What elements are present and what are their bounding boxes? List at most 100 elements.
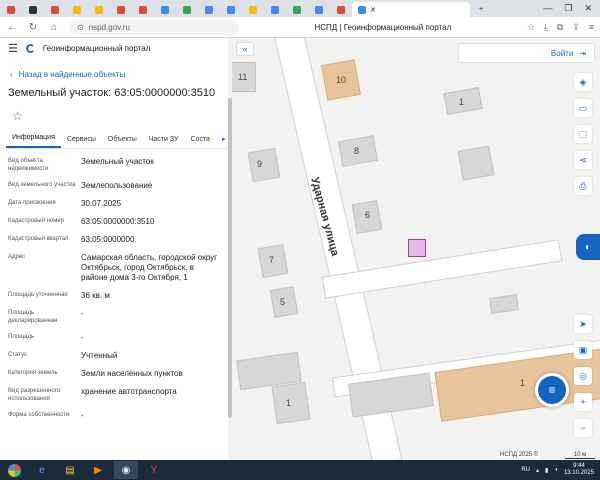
property-label: Категория земель <box>8 370 58 376</box>
tab-favicon-icon <box>358 5 366 14</box>
property-row: Кадастровый квартал 63:05:0000000 <box>8 235 232 245</box>
maximize-icon[interactable]: ❐ <box>564 3 572 14</box>
browser-tab[interactable] <box>176 2 198 17</box>
browser-tab[interactable] <box>22 2 44 17</box>
minimize-icon[interactable]: — <box>543 3 552 14</box>
portal-title: Геоинформационный портал <box>42 43 151 53</box>
property-label: Статус <box>8 352 27 358</box>
tab-favicon-icon <box>315 5 323 14</box>
address-field[interactable]: ⊙ nspd.gov.ru <box>69 19 239 35</box>
browser-tab[interactable] <box>264 2 286 17</box>
yandex-browser-icon[interactable]: Y <box>142 461 166 479</box>
tab-objects[interactable]: Объекты <box>102 136 143 148</box>
property-row: Вид разрешенного использования хранение а… <box>8 387 232 403</box>
browser-tab[interactable] <box>198 2 220 17</box>
reload-icon[interactable]: ↻ <box>27 22 39 33</box>
property-label: Площадь <box>8 334 35 340</box>
browser-tab[interactable] <box>330 2 352 17</box>
tab-information[interactable]: Информация <box>6 134 61 148</box>
browser-tab[interactable] <box>308 2 330 17</box>
basemap-button[interactable]: ▣ <box>574 341 592 359</box>
chrome-icon[interactable]: ◉ <box>114 461 138 479</box>
select-area-button[interactable]: ⬚ <box>574 125 592 143</box>
tab-parts[interactable]: Части ЗУ <box>143 136 185 148</box>
tray-arrow-icon[interactable]: ▴ <box>536 467 539 474</box>
property-value: 30.07.2025 <box>81 199 122 208</box>
home-icon[interactable]: ⌂ <box>48 22 60 33</box>
network-icon[interactable]: ▮ <box>545 467 548 474</box>
site-info-icon[interactable]: ⊙ <box>77 23 84 32</box>
media-player-icon[interactable]: ▶ <box>86 461 110 479</box>
collapse-panel-button[interactable]: « <box>236 42 254 56</box>
panel-tabs: Информация Сервисы Объекты Части ЗУ Сост… <box>0 131 232 149</box>
explorer-icon[interactable]: ▤ <box>58 461 82 479</box>
tab-favicon-icon <box>161 5 169 14</box>
extensions-icon[interactable]: ⧉ <box>557 22 563 33</box>
hamburger-menu-icon[interactable]: ☰ <box>8 42 18 55</box>
back-to-results-link[interactable]: ‹ Назад в найденные объекты <box>10 70 232 79</box>
tab-services[interactable]: Сервисы <box>61 136 102 148</box>
clock[interactable]: 9:44 13.10.2025 <box>564 463 594 477</box>
system-tray: RU ▴ ▮ ◖ 9:44 13.10.2025 <box>521 463 600 477</box>
tab-composition[interactable]: Соста <box>184 136 215 148</box>
browser-tab[interactable] <box>88 2 110 17</box>
browser-tab[interactable] <box>242 2 264 17</box>
close-icon[interactable]: ✕ <box>370 6 376 14</box>
building[interactable] <box>489 294 519 314</box>
locate-button[interactable]: ◎ <box>574 367 592 385</box>
list-fab-button[interactable]: ≡ <box>535 373 569 407</box>
download-icon[interactable]: ⤓ <box>544 22 548 33</box>
tab-favicon-icon <box>337 5 345 14</box>
page-title: НСПД | Геоинформационный портал <box>314 22 452 32</box>
browser-tab[interactable] <box>154 2 176 17</box>
selected-parcel[interactable] <box>408 239 426 257</box>
object-title: Земельный участок: 63:05:0000000:3510 <box>8 87 216 99</box>
ie-icon[interactable]: e <box>30 461 54 479</box>
clock-date: 13.10.2025 <box>563 470 594 476</box>
print-button[interactable]: ⎙ <box>574 177 592 195</box>
property-row: Статус Учтенный <box>8 351 232 361</box>
new-tab-button[interactable]: + <box>470 2 492 17</box>
property-label: Форма собственности <box>8 412 70 418</box>
browser-tab[interactable] <box>44 2 66 17</box>
share-icon[interactable]: ⇪ <box>572 22 580 33</box>
tab-favicon-icon <box>51 5 59 14</box>
login-button[interactable]: Войти ⇥ <box>458 43 595 63</box>
browser-tab[interactable] <box>110 2 132 17</box>
property-row: Дата присвоения 30.07.2025 <box>8 199 232 209</box>
login-label: Войти <box>550 48 574 58</box>
building[interactable] <box>457 145 495 181</box>
property-value: 63:05:0000000:3510 <box>81 217 155 226</box>
browser-tab-active[interactable]: ✕ <box>352 2 470 17</box>
share-button[interactable]: ⋖ <box>574 151 592 169</box>
close-window-icon[interactable]: ✕ <box>584 3 592 14</box>
volume-icon[interactable]: ◖ <box>554 467 558 473</box>
bookmark-icon[interactable]: ☆ <box>527 22 535 33</box>
property-value: - <box>81 309 84 318</box>
property-label: Кадастровый квартал <box>8 236 69 242</box>
building-number: 1 <box>286 398 292 408</box>
ruler-button[interactable]: ▭ <box>574 99 592 117</box>
back-arrow-icon[interactable]: ← <box>6 22 18 33</box>
browser-tab[interactable] <box>66 2 88 17</box>
building[interactable] <box>247 147 281 183</box>
map-scale: 10 м <box>565 452 595 459</box>
browser-tab[interactable] <box>220 2 242 17</box>
property-label: Площадь декларированная <box>8 310 58 324</box>
navigation-button[interactable]: ➤ <box>574 315 592 333</box>
browser-tab[interactable] <box>132 2 154 17</box>
language-indicator[interactable]: RU <box>521 467 530 473</box>
browser-tab[interactable] <box>0 2 22 17</box>
menu-icon[interactable]: ≡ <box>589 22 594 33</box>
favorite-star-icon[interactable]: ☆ <box>12 109 232 123</box>
zoom-in-button[interactable]: + <box>574 393 592 411</box>
side-panel-toggle-icon[interactable]: ◐ <box>576 234 600 260</box>
layers-button[interactable]: ◈ <box>574 73 592 91</box>
back-label: Назад в найденные объекты <box>18 70 126 79</box>
tab-favicon-icon <box>271 5 279 14</box>
os-taskbar: e ▤ ▶ ◉ Y RU ▴ ▮ ◖ 9:44 13.10.2025 <box>0 460 600 480</box>
zoom-out-button[interactable]: − <box>574 419 592 437</box>
start-button[interactable] <box>0 460 28 480</box>
browser-tab[interactable] <box>286 2 308 17</box>
building-number: 9 <box>257 159 263 169</box>
